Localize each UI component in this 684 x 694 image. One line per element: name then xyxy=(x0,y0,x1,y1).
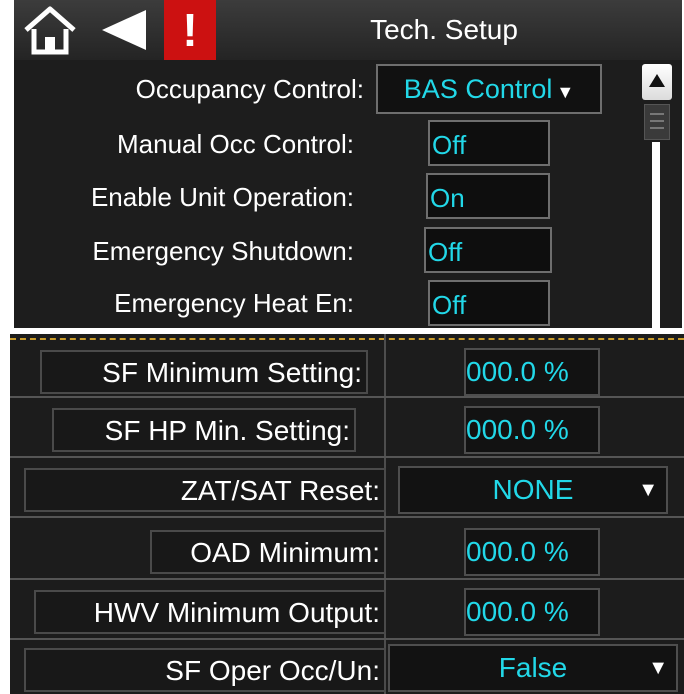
header-bar: ! Tech. Setup xyxy=(14,0,682,60)
enable-unit-operation-text: On xyxy=(430,183,465,213)
occupancy-control-select[interactable]: BAS Control ▼ xyxy=(376,64,602,114)
column-divider xyxy=(384,334,386,694)
sf-oper-occ-un-select[interactable]: False ▼ xyxy=(388,644,678,692)
emergency-shutdown-text: Off xyxy=(428,237,463,267)
alarm-exclamation-icon: ! xyxy=(182,4,198,56)
zat-sat-reset-label: ZAT/SAT Reset: xyxy=(24,468,386,512)
sf-hp-min-setting-label: SF HP Min. Setting: xyxy=(52,408,356,452)
dropdown-caret-icon: ▼ xyxy=(648,657,668,679)
row-divider xyxy=(10,396,684,398)
dropdown-caret-icon: ▼ xyxy=(638,479,658,501)
emergency-heat-en-label: Emergency Heat En: xyxy=(114,288,354,318)
back-button[interactable] xyxy=(94,0,154,60)
section-divider xyxy=(10,338,684,340)
scroll-track[interactable] xyxy=(652,142,660,328)
occupancy-control-label: Occupancy Control: xyxy=(135,74,364,104)
fan-settings-panel: SF Minimum Setting: 000.0 % SF HP Min. S… xyxy=(10,334,684,694)
dropdown-caret-icon: ▼ xyxy=(556,82,575,102)
page-title: Tech. Setup xyxy=(370,14,518,45)
home-icon xyxy=(24,6,76,55)
emergency-shutdown-value[interactable]: Off xyxy=(424,227,552,273)
sf-hp-min-setting-value[interactable]: 000.0 % xyxy=(464,406,600,454)
home-button[interactable] xyxy=(20,0,80,60)
row-divider xyxy=(10,456,684,458)
enable-unit-operation-value[interactable]: On xyxy=(426,173,550,219)
hwv-minimum-output-value[interactable]: 000.0 % xyxy=(464,588,600,636)
scroll-thumb[interactable] xyxy=(644,104,670,140)
sf-minimum-setting-value[interactable]: 000.0 % xyxy=(464,348,600,396)
sf-oper-occ-un-label: SF Oper Occ/Un: xyxy=(24,648,386,692)
tech-setup-panel: ! Tech. Setup Occupancy Control: BAS Con… xyxy=(14,0,682,328)
row-divider xyxy=(10,516,684,518)
manual-occ-control-value[interactable]: Off xyxy=(428,120,550,166)
row-divider xyxy=(10,638,684,640)
occupancy-control-value: BAS Control xyxy=(403,74,553,104)
hwv-minimum-output-label: HWV Minimum Output: xyxy=(34,590,386,634)
emergency-heat-en-value[interactable]: Off xyxy=(428,280,550,326)
manual-occ-control-text: Off xyxy=(432,130,467,160)
manual-occ-control-label: Manual Occ Control: xyxy=(117,129,354,159)
alarm-button[interactable]: ! xyxy=(164,0,216,60)
emergency-heat-en-text: Off xyxy=(432,290,467,320)
row-divider xyxy=(10,578,684,580)
scroll-up-button[interactable] xyxy=(642,64,672,100)
scrollbar[interactable] xyxy=(642,62,682,328)
sf-minimum-setting-label: SF Minimum Setting: xyxy=(40,350,368,394)
enable-unit-operation-label: Enable Unit Operation: xyxy=(90,182,354,212)
scroll-up-arrow-icon xyxy=(649,74,665,87)
emergency-shutdown-label: Emergency Shutdown: xyxy=(92,236,354,266)
oad-minimum-value[interactable]: 000.0 % xyxy=(464,528,600,576)
sf-oper-occ-un-value: False xyxy=(498,652,568,683)
zat-sat-reset-value: NONE xyxy=(492,474,574,505)
oad-minimum-label: OAD Minimum: xyxy=(150,530,386,574)
zat-sat-reset-select[interactable]: NONE ▼ xyxy=(398,466,668,514)
back-arrow-icon xyxy=(102,10,146,50)
